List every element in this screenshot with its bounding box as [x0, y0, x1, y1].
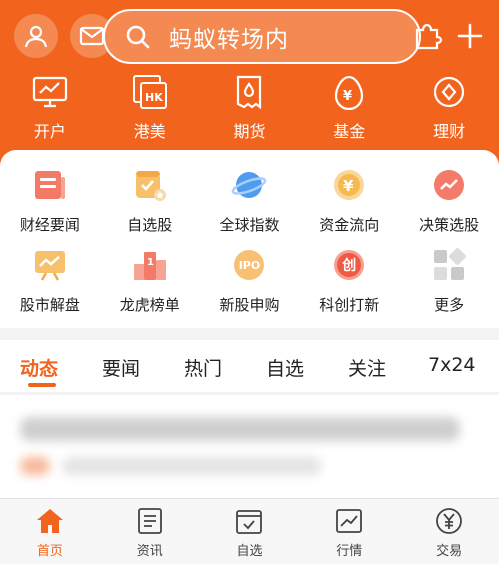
svg-text:HK: HK	[145, 91, 163, 104]
bottom-nav-label: 自选	[236, 544, 263, 559]
top-nav: 开户 HK 港美 期货 ¥ 基金 理财	[0, 72, 499, 142]
grid-item-label: 更多	[434, 296, 465, 314]
market-review-icon	[34, 251, 65, 281]
top-nav-label: 港美	[133, 122, 166, 141]
grid-item-label: 龙虎榜单	[119, 296, 180, 314]
grid-item-label: 股市解盘	[19, 296, 80, 314]
feed-tabs: 动态 要闻 热门 自选 关注 7x24	[0, 340, 499, 392]
feed-list[interactable]	[0, 395, 499, 498]
search-icon	[126, 25, 150, 48]
svg-text:1: 1	[147, 257, 154, 268]
grid-item-label: 新股申购	[219, 296, 280, 314]
tab-watchlist[interactable]: 自选	[266, 354, 304, 381]
bottom-nav-label: 交易	[436, 544, 463, 559]
search-bar[interactable]: 蚂蚁转场内	[103, 9, 421, 64]
add-button[interactable]	[450, 14, 490, 58]
top-nav-item-hk-us[interactable]: HK 港美	[100, 72, 200, 142]
extension-button[interactable]	[408, 14, 448, 58]
top-nav-label: 基金	[333, 122, 366, 141]
grid-item-finance-news[interactable]: 财经要闻	[0, 164, 100, 244]
blurred-feed-meta	[62, 457, 322, 475]
svg-text:¥: ¥	[343, 177, 354, 195]
ranking-icon: 1	[133, 252, 166, 280]
grid-item-ipo-subscribe[interactable]: IPO 新股申购	[200, 244, 300, 324]
grid-item-global-index[interactable]: 全球指数	[200, 164, 300, 244]
hk-us-icon: HK	[132, 75, 167, 109]
bottom-nav-market[interactable]: 行情	[299, 499, 399, 564]
grid-item-dragon-tiger-list[interactable]: 1 龙虎榜单	[100, 244, 200, 324]
ipo-badge: IPO	[238, 258, 261, 272]
tab-following[interactable]: 关注	[348, 354, 386, 381]
bottom-nav-trade[interactable]: 交易	[399, 499, 499, 564]
svg-text:¥: ¥	[343, 89, 352, 104]
fund-icon: ¥	[335, 75, 364, 110]
mail-icon	[79, 26, 105, 46]
user-icon	[24, 25, 48, 48]
active-tab-indicator	[28, 383, 56, 387]
top-nav-label: 期货	[233, 122, 266, 141]
blurred-feed-title	[20, 417, 460, 441]
blurred-feed-tag	[20, 457, 50, 475]
grid-item-label: 资金流向	[319, 216, 380, 234]
quick-function-card: 财经要闻 自选股 全球指数 ¥ 资金流向 决策选股 股市解盘 1 龙虎榜单 IP…	[0, 150, 499, 328]
grid-item-more[interactable]: 更多	[399, 244, 499, 324]
bottom-nav-watchlist[interactable]: 自选	[200, 499, 300, 564]
puzzle-icon	[415, 23, 443, 50]
top-nav-item-futures[interactable]: 期货	[200, 72, 300, 142]
grid-item-label: 决策选股	[419, 216, 480, 234]
capital-flow-icon: ¥	[334, 170, 365, 200]
news-icon	[34, 171, 65, 199]
top-nav-label: 开户	[33, 122, 66, 141]
grid-item-market-review[interactable]: 股市解盘	[0, 244, 100, 324]
plus-icon	[457, 23, 483, 49]
grid-item-decision-pick[interactable]: 决策选股	[399, 164, 499, 244]
grid-item-label: 自选股	[127, 216, 173, 234]
user-avatar-button[interactable]	[14, 14, 58, 58]
top-nav-item-wealth[interactable]: 理财	[399, 72, 499, 142]
futures-icon	[237, 75, 262, 110]
decision-icon	[434, 170, 465, 200]
star-market-badge: 创	[342, 258, 357, 274]
bottom-nav-home[interactable]: 首页	[0, 499, 100, 564]
bottom-nav-label: 资讯	[136, 544, 163, 559]
bottom-nav: 首页 资讯 自选 行情 交易	[0, 498, 499, 564]
more-grid-icon	[434, 248, 466, 280]
tab-headlines[interactable]: 要闻	[102, 354, 140, 381]
tab-7x24[interactable]: 7x24	[428, 354, 476, 376]
grid-item-label: 科创打新	[319, 296, 380, 314]
tab-dynamic[interactable]: 动态	[20, 354, 58, 381]
watchlist-check-icon	[236, 510, 263, 534]
market-chart-icon	[336, 509, 363, 533]
watchlist-icon	[135, 171, 166, 201]
grid-item-capital-flow[interactable]: ¥ 资金流向	[299, 164, 399, 244]
trade-yen-icon	[436, 508, 462, 534]
news-doc-icon	[137, 508, 162, 534]
bottom-nav-label: 行情	[336, 544, 363, 559]
search-text: 蚂蚁转场内	[169, 26, 289, 53]
top-nav-item-open-account[interactable]: 开户	[0, 72, 100, 142]
grid-item-star-market-ipo[interactable]: 创 科创打新	[299, 244, 399, 324]
globe-icon	[232, 172, 267, 198]
grid-item-watchlist[interactable]: 自选股	[100, 164, 200, 244]
grid-item-label: 财经要闻	[19, 216, 80, 234]
top-nav-label: 理财	[433, 122, 466, 141]
home-icon	[36, 509, 63, 533]
quick-function-grid: 财经要闻 自选股 全球指数 ¥ 资金流向 决策选股 股市解盘 1 龙虎榜单 IP…	[0, 164, 499, 324]
bottom-nav-news[interactable]: 资讯	[100, 499, 200, 564]
monitor-chart-icon	[32, 76, 67, 108]
wealth-icon	[433, 76, 465, 108]
grid-item-label: 全球指数	[219, 216, 280, 234]
bottom-nav-label: 首页	[36, 544, 63, 559]
top-nav-item-fund[interactable]: ¥ 基金	[299, 72, 399, 142]
tab-hot[interactable]: 热门	[184, 354, 222, 381]
